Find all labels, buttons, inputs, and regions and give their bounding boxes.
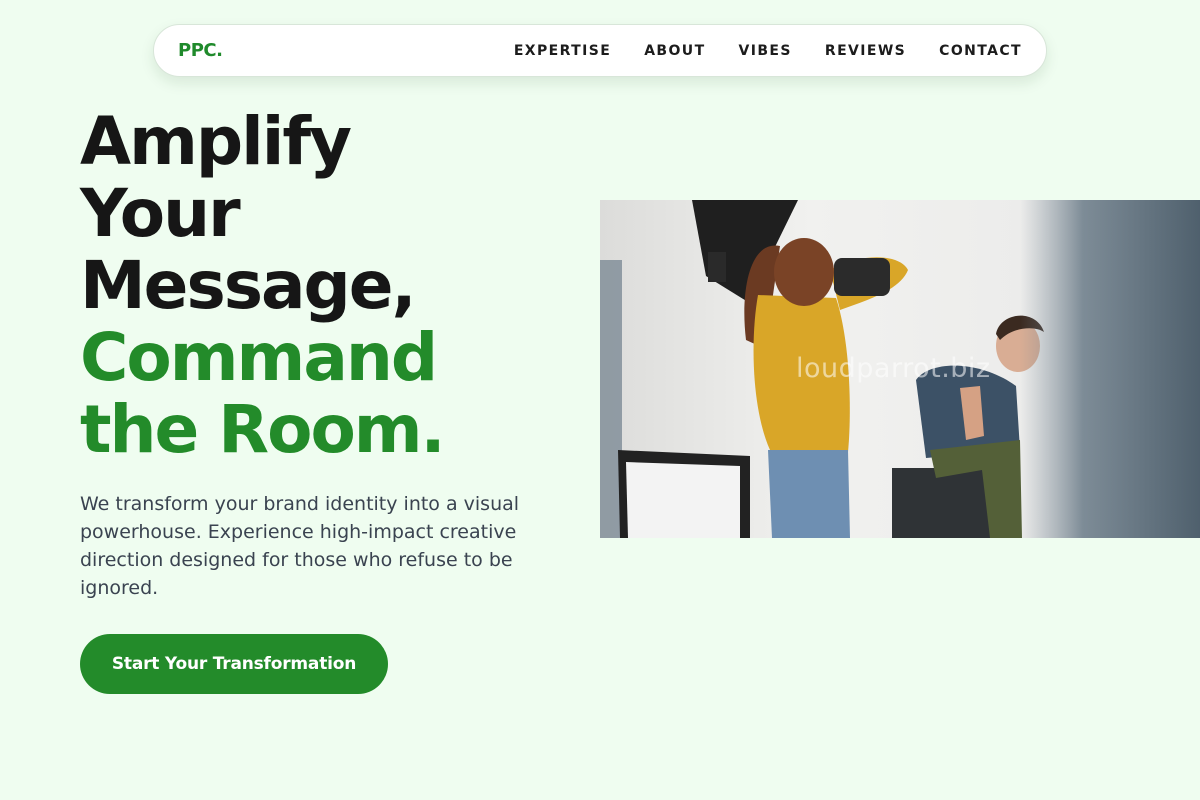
photo-watermark: loudparrot.biz: [796, 353, 991, 384]
nav-link-contact[interactable]: CONTACT: [939, 43, 1022, 59]
page: PPC. EXPERTISE ABOUT VIBES REVIEWS CONTA…: [0, 0, 1200, 800]
headline-line-accent: the Room.: [80, 391, 446, 468]
nav-links: EXPERTISE ABOUT VIBES REVIEWS CONTACT: [514, 43, 1022, 59]
nav-link-vibes[interactable]: VIBES: [739, 43, 792, 59]
nav-link-reviews[interactable]: REVIEWS: [825, 43, 906, 59]
start-transformation-button[interactable]: Start Your Transformation: [80, 634, 388, 694]
headline-line: Your: [80, 175, 241, 252]
headline-line-accent: Command: [80, 319, 438, 396]
hero-description: We transform your brand identity into a …: [80, 493, 520, 599]
nav-link-expertise[interactable]: EXPERTISE: [514, 43, 611, 59]
hero-headline: Amplify Your Message, Command the Room.: [80, 106, 560, 466]
top-navbar: PPC. EXPERTISE ABOUT VIBES REVIEWS CONTA…: [153, 24, 1047, 77]
brand-logo[interactable]: PPC.: [178, 40, 223, 61]
headline-line: Message,: [80, 247, 417, 324]
hero-photo: loudparrot.biz: [600, 200, 1200, 538]
nav-link-about[interactable]: ABOUT: [644, 43, 705, 59]
headline-line: Amplify: [80, 103, 352, 180]
